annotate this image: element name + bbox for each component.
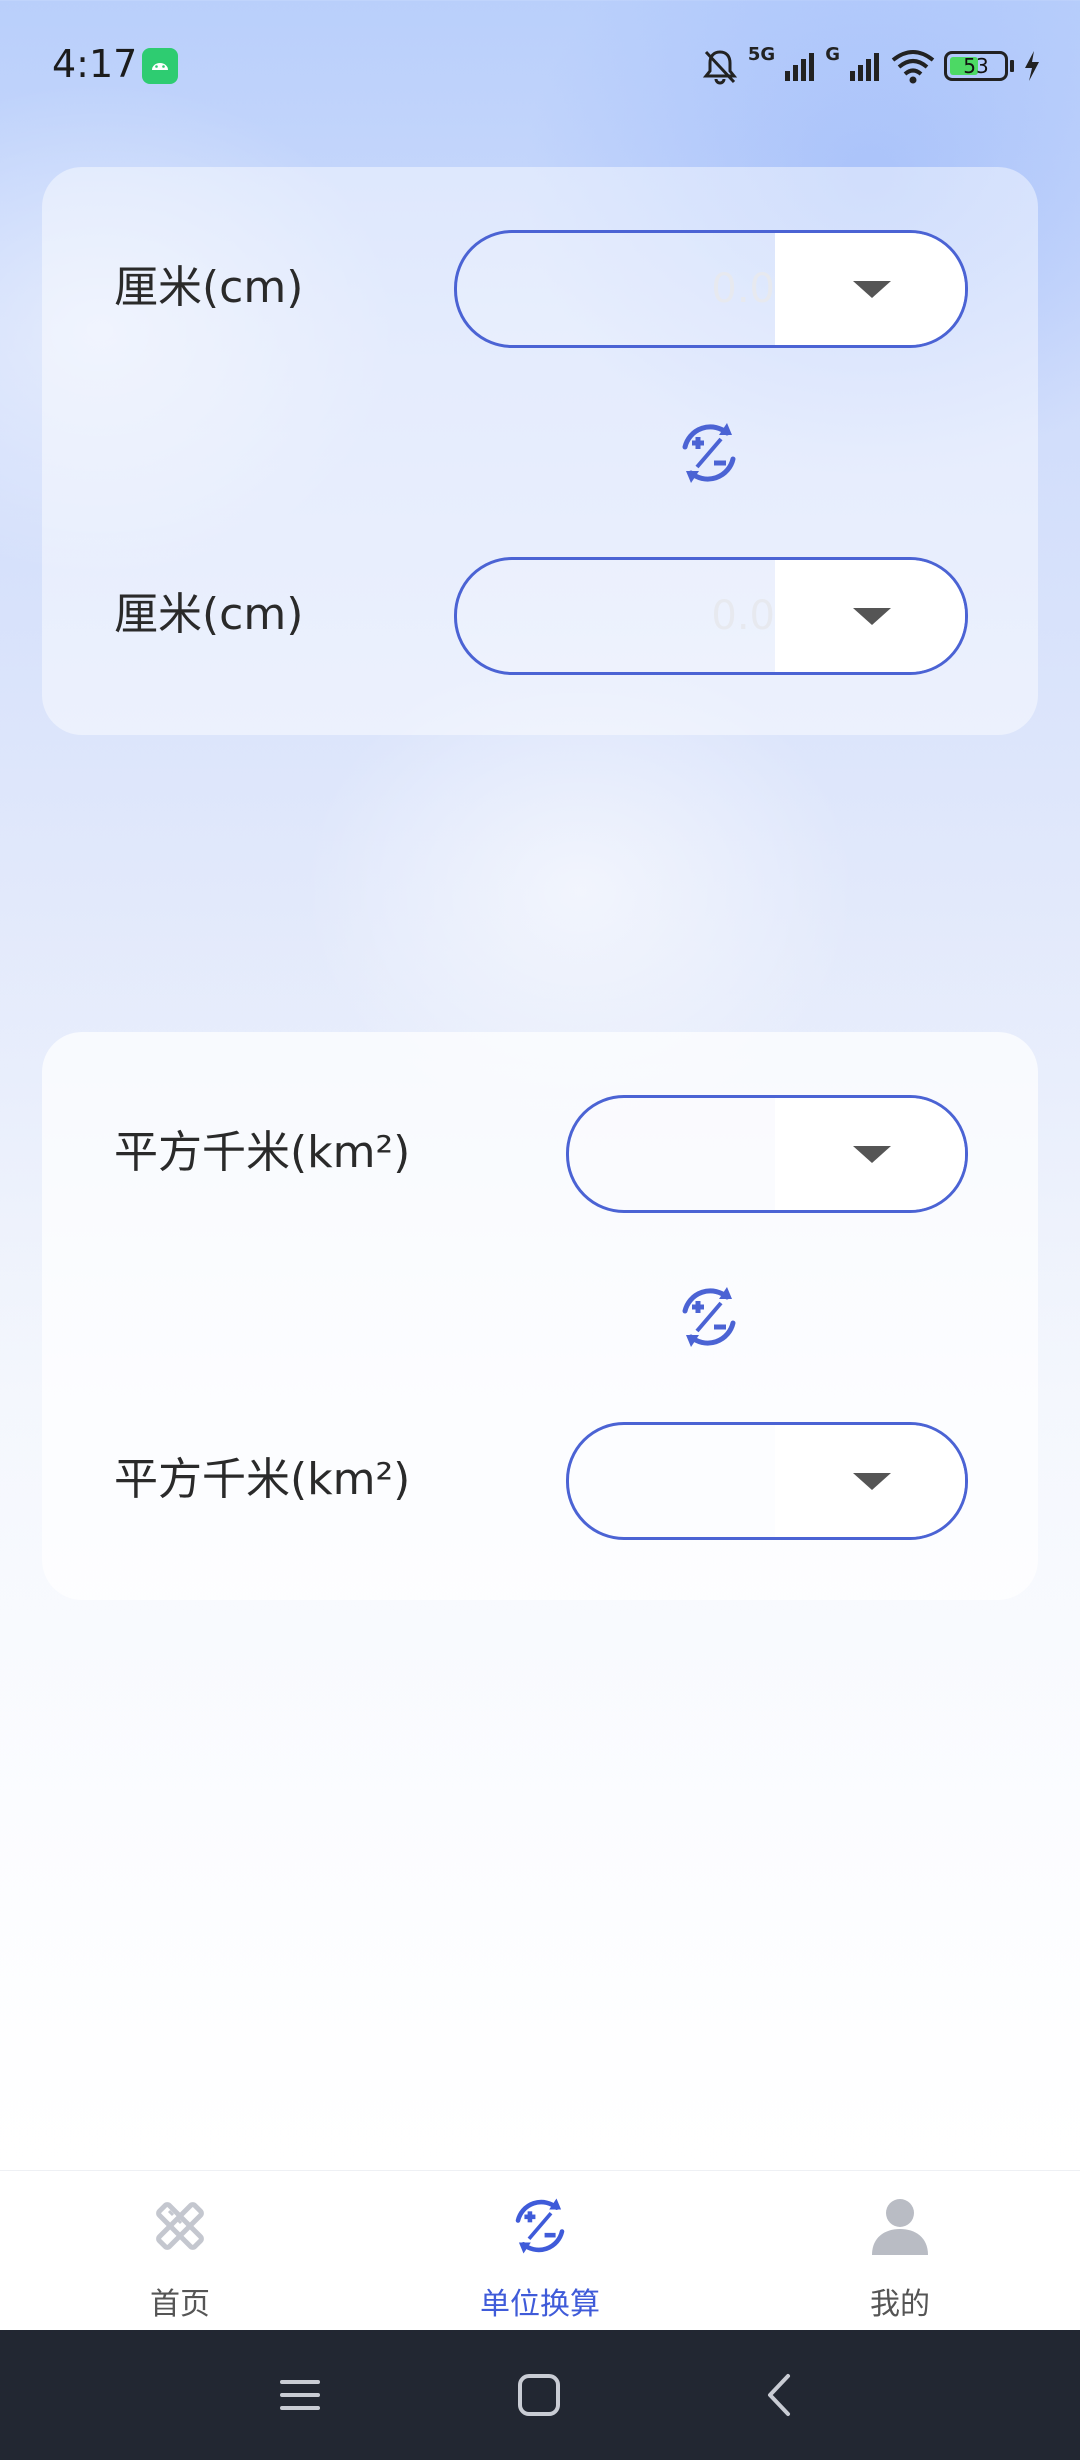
converter-from-row: 厘米(cm) 0.0 <box>42 230 1038 348</box>
battery-tip <box>1010 60 1014 72</box>
charging-icon <box>1025 51 1039 81</box>
tab-home[interactable]: 首页 <box>60 2171 300 2331</box>
tab-mine[interactable]: 我的 <box>780 2171 1020 2331</box>
from-unit-dropdown[interactable] <box>775 233 965 345</box>
wifi-icon <box>891 50 935 84</box>
status-time: 4:17 <box>52 42 138 86</box>
caret-down-icon <box>853 1473 891 1490</box>
tab-label-home: 首页 <box>150 2287 210 2322</box>
menu-icon[interactable] <box>265 2360 335 2430</box>
converter-card-length: 厘米(cm) 0.0 厘米(cm) 0.0 <box>42 167 1038 735</box>
to-unit-dropdown[interactable] <box>775 1425 965 1537</box>
battery-icon: 53 <box>944 51 1008 81</box>
to-unit-picker[interactable] <box>566 1422 968 1540</box>
swap-convert-icon[interactable] <box>673 1281 745 1353</box>
status-bar: 4:17 5G G 53 <box>0 0 1080 134</box>
caret-down-icon <box>853 1146 891 1163</box>
swap-convert-icon[interactable] <box>673 417 745 489</box>
from-unit-picker[interactable] <box>566 1095 968 1213</box>
from-unit-label: 平方千米(km²) <box>114 1127 411 1178</box>
from-unit-label: 厘米(cm) <box>114 262 304 313</box>
tab-label-unit-convert: 单位换算 <box>480 2287 600 2322</box>
to-value-input[interactable] <box>599 1425 775 1537</box>
home-square-icon[interactable] <box>504 2360 574 2430</box>
to-value-input[interactable]: 0.0 <box>487 560 775 672</box>
converter-to-row: 厘米(cm) 0.0 <box>42 557 1038 675</box>
tools-icon <box>156 2202 204 2250</box>
system-nav-bar <box>0 2330 1080 2460</box>
from-unit-picker[interactable]: 0.0 <box>454 230 968 348</box>
caret-down-icon <box>853 281 891 298</box>
to-unit-picker[interactable]: 0.0 <box>454 557 968 675</box>
battery-level: 53 <box>963 54 989 78</box>
signal-icon-2 <box>850 53 879 81</box>
converter-from-row: 平方千米(km²) <box>42 1095 1038 1213</box>
network-g-label: G <box>825 44 840 65</box>
silent-bell-icon <box>702 50 738 85</box>
user-icon <box>872 2199 928 2255</box>
to-unit-dropdown[interactable] <box>775 560 965 672</box>
from-value-input[interactable]: 0.0 <box>487 233 775 345</box>
android-app-icon <box>142 48 178 84</box>
from-value-input[interactable] <box>599 1098 775 1210</box>
signal-icon <box>785 53 815 81</box>
to-unit-label: 平方千米(km²) <box>114 1454 411 1505</box>
converter-to-row: 平方千米(km²) <box>42 1422 1038 1540</box>
from-unit-dropdown[interactable] <box>775 1098 965 1210</box>
back-icon[interactable] <box>744 2360 814 2430</box>
converter-card-area: 平方千米(km²) 平方千米(km²) <box>42 1032 1038 1600</box>
tab-unit-convert[interactable]: 单位换算 <box>420 2171 660 2331</box>
status-icons: 5G G 53 <box>700 44 1042 88</box>
bottom-tab-bar: 首页 单位换算 我的 <box>0 2170 1080 2331</box>
caret-down-icon <box>853 608 891 625</box>
unit-convert-icon <box>515 2198 565 2254</box>
network-5g-label: 5G <box>747 44 776 65</box>
to-unit-label: 厘米(cm) <box>114 589 304 640</box>
tab-label-mine: 我的 <box>870 2287 930 2322</box>
